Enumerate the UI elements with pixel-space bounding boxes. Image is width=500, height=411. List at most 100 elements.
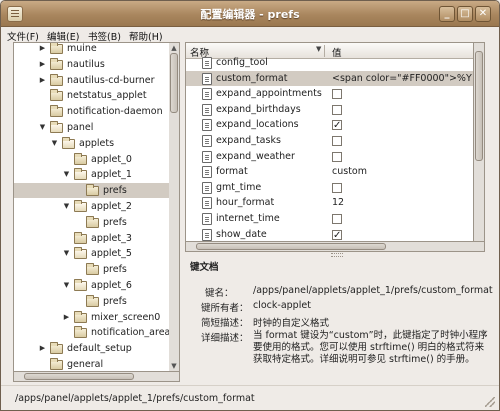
folder-icon <box>86 263 99 276</box>
tree-horizontal-scrollbar[interactable] <box>13 372 180 382</box>
tree-item[interactable]: ▼ applet_5 <box>14 246 169 261</box>
key-row[interactable]: config_tool <box>186 55 473 70</box>
tree-item-label: notification_area_ <box>91 327 170 339</box>
expanded-arrow-icon[interactable]: ▼ <box>50 136 59 151</box>
menu-edit[interactable]: 编辑(E) <box>47 29 79 43</box>
key-value-checkbox[interactable] <box>332 182 342 193</box>
tree-item[interactable]: general <box>14 357 169 371</box>
key-name: internet_time <box>216 213 280 224</box>
collapsed-arrow-icon[interactable]: ▶ <box>62 310 71 325</box>
list-vertical-scroll-thumb[interactable] <box>475 51 483 161</box>
tree-item[interactable]: ▼ panel <box>14 120 169 135</box>
collapsed-arrow-icon[interactable]: ▶ <box>38 73 47 88</box>
tree-item[interactable]: ▶ muine <box>14 43 169 56</box>
tree-item[interactable]: ▼ applet_1 <box>14 167 169 182</box>
list-vertical-scrollbar[interactable] <box>474 42 485 242</box>
key-row[interactable]: hour_format 12 <box>186 195 473 210</box>
minimize-button[interactable]: _ <box>439 6 455 22</box>
title-bar[interactable]: 配置编辑器 - prefs _ □ ✕ <box>1 1 499 27</box>
expanded-arrow-icon[interactable]: ▼ <box>38 120 47 135</box>
key-value-checkbox[interactable] <box>332 151 342 162</box>
resize-grip-icon[interactable] <box>485 397 495 407</box>
key-owner-value: clock-applet <box>253 300 311 311</box>
tree-item-label: prefs <box>103 185 127 197</box>
key-value-checkbox[interactable] <box>332 89 342 100</box>
tree-item[interactable]: applet_3 <box>14 231 169 246</box>
tree-item[interactable]: ▶ mixer_screen0 <box>14 310 169 325</box>
scroll-down-arrow-icon[interactable]: ▼ <box>169 361 179 371</box>
key-value-checkbox[interactable] <box>332 214 342 224</box>
key-row[interactable]: expand_birthdays <box>186 102 473 117</box>
expanded-arrow-icon[interactable]: ▼ <box>62 167 71 182</box>
pane-divider-handle[interactable] <box>331 253 343 257</box>
folder-icon <box>50 57 63 70</box>
folder-icon <box>86 184 99 197</box>
tree-item[interactable]: ▼ applet_6 <box>14 278 169 293</box>
key-value-checkbox[interactable] <box>332 136 342 146</box>
tree-item-label: netstatus_applet <box>67 90 147 102</box>
key-value[interactable]: custom <box>332 164 367 179</box>
scroll-up-arrow-icon[interactable]: ▲ <box>169 43 179 53</box>
folder-icon <box>74 279 87 291</box>
tree-item[interactable]: applet_0 <box>14 152 169 167</box>
tree-item[interactable]: notification-daemon <box>14 104 169 119</box>
key-row[interactable]: expand_weather <box>186 149 473 164</box>
menu-bookmarks[interactable]: 书签(B) <box>88 29 121 43</box>
collapsed-arrow-icon[interactable]: ▶ <box>38 341 47 356</box>
expanded-arrow-icon[interactable]: ▼ <box>62 246 71 261</box>
close-button[interactable]: ✕ <box>475 6 491 22</box>
key-document-icon <box>202 72 212 85</box>
tree-item[interactable]: ▶ nautilus <box>14 57 169 72</box>
tree-item[interactable]: netstatus_applet <box>14 88 169 103</box>
maximize-button[interactable]: □ <box>457 6 473 22</box>
key-value-checkbox[interactable] <box>332 104 342 115</box>
tree-item[interactable]: notification_area_ <box>14 325 170 340</box>
tree-item-label: notification-daemon <box>67 106 163 118</box>
tree-item[interactable]: prefs <box>14 183 169 199</box>
expanded-arrow-icon[interactable]: ▼ <box>62 278 71 293</box>
key-value[interactable]: 12 <box>332 195 344 210</box>
key-name: expand_weather <box>216 150 295 162</box>
close-icon: ✕ <box>478 8 488 19</box>
tree-item[interactable]: ▼ applet_2 <box>14 199 169 214</box>
collapsed-arrow-icon[interactable]: ▶ <box>38 43 47 56</box>
tree-item[interactable]: prefs <box>14 294 169 309</box>
tree-vertical-scrollbar[interactable]: ▲ ▼ <box>169 42 180 372</box>
folder-icon <box>50 121 63 133</box>
tree-item[interactable]: prefs <box>14 215 169 230</box>
key-row[interactable]: expand_appointments <box>186 86 473 101</box>
key-row[interactable]: internet_time <box>186 211 473 226</box>
key-list[interactable]: 名称 ▼ 值 config_tool custom_format <span col… <box>185 42 474 242</box>
tree-item-label: applet_0 <box>91 153 132 165</box>
long-description-value: 当 format 键设为“custom”时，此键指定了时钟小程序要使用的格式。您… <box>253 330 488 365</box>
key-row[interactable]: expand_locations <box>186 117 473 133</box>
expanded-arrow-icon[interactable]: ▼ <box>62 199 71 214</box>
key-document-icon <box>202 166 212 179</box>
tree-item[interactable]: ▼ applets <box>14 136 169 151</box>
minimize-icon: _ <box>444 8 450 19</box>
list-horizontal-scroll-thumb[interactable] <box>196 243 386 250</box>
tree-vertical-scroll-thumb[interactable] <box>170 53 178 113</box>
tree-item-label: applet_3 <box>91 232 132 244</box>
key-row[interactable]: format custom <box>186 164 473 179</box>
tree-item-label: applet_6 <box>91 280 132 291</box>
tree-item[interactable]: ▶ nautilus-cd-burner <box>14 73 169 88</box>
tree-item[interactable]: prefs <box>14 262 169 277</box>
key-value-checkbox[interactable] <box>332 228 342 241</box>
key-row[interactable]: expand_tasks <box>186 133 473 148</box>
menu-help[interactable]: 帮助(H) <box>129 29 163 43</box>
tree-horizontal-scroll-thumb[interactable] <box>24 373 134 380</box>
tree-item-label: general <box>67 359 104 370</box>
list-horizontal-scrollbar[interactable] <box>185 242 485 252</box>
key-row[interactable]: custom_format <span color="#FF0000">%Y %B <box>186 70 473 86</box>
menu-file[interactable]: 文件(F) <box>7 29 39 43</box>
key-row[interactable]: show_date <box>186 227 473 241</box>
tree-item-label: panel <box>67 122 94 133</box>
collapsed-arrow-icon[interactable]: ▶ <box>38 57 47 72</box>
tree-item[interactable]: ▶ default_setup <box>14 341 169 356</box>
key-row[interactable]: gmt_time <box>186 180 473 195</box>
key-value[interactable]: <span color="#FF0000">%Y %B <box>332 71 473 86</box>
key-tree[interactable]: ▶ muine ▶ nautilus ▶ nautilus-cd-burner netsta… <box>13 42 170 372</box>
tree-item-label: nautilus-cd-burner <box>67 74 155 86</box>
key-value-checkbox[interactable] <box>332 118 342 133</box>
